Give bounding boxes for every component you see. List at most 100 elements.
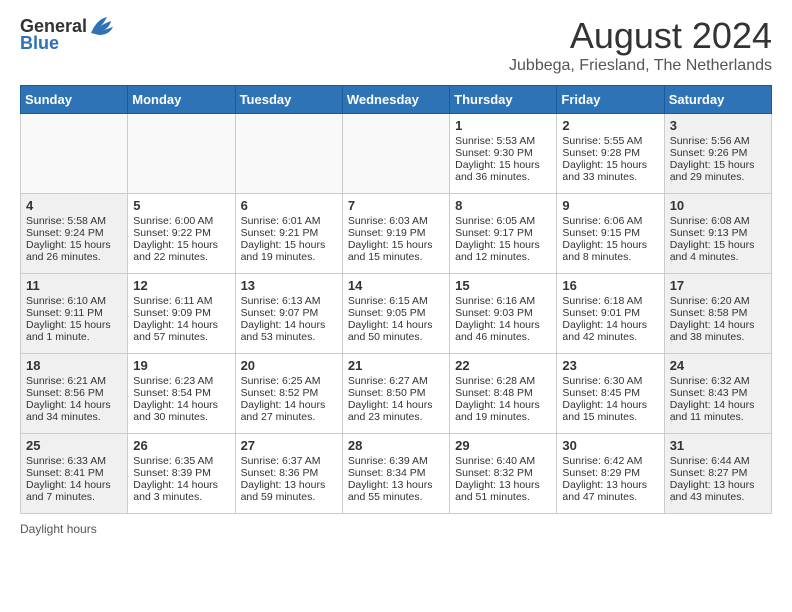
footer-text: Daylight hours — [20, 522, 97, 536]
table-row: 29 Sunrise: 6:40 AMSunset: 8:32 PMDayligh… — [450, 434, 557, 514]
sunset-text: Sunset: 8:27 PM — [670, 467, 766, 479]
sunrise-text: Sunrise: 6:16 AM — [455, 295, 551, 307]
table-row: 20Sunrise: 6:25 AMSunset: 8:52 PMDayligh… — [235, 354, 342, 434]
sunrise-text: Sunrise: 5:58 AM — [26, 215, 122, 227]
sunrise-text: Sunrise: 6:11 AM — [133, 295, 229, 307]
daylight-text: Daylight: 14 hours and 27 minutes. — [241, 399, 337, 423]
sunrise-text: Sunrise: 6:21 AM — [26, 375, 122, 387]
table-row: 26Sunrise: 6:35 AMSunset: 8:39 PMDayligh… — [128, 434, 235, 514]
table-row: 1Sunrise: 5:53 AMSunset: 9:30 PMDaylight… — [450, 114, 557, 194]
sunset-text: Sunset: 8:48 PM — [455, 387, 551, 399]
calendar-week-2: 4Sunrise: 5:58 AMSunset: 9:24 PMDaylight… — [21, 194, 772, 274]
table-row: 11Sunrise: 6:10 AMSunset: 9:11 PMDayligh… — [21, 274, 128, 354]
day-number: 13 — [241, 278, 337, 293]
table-row: 8Sunrise: 6:05 AMSunset: 9:17 PMDaylight… — [450, 194, 557, 274]
table-row: 19Sunrise: 6:23 AMSunset: 8:54 PMDayligh… — [128, 354, 235, 434]
day-number: 30 — [562, 438, 658, 453]
sunset-text: Sunset: 9:15 PM — [562, 227, 658, 239]
day-number: 20 — [241, 358, 337, 373]
table-row: 21Sunrise: 6:27 AMSunset: 8:50 PMDayligh… — [342, 354, 449, 434]
sunrise-text: Sunrise: 6:10 AM — [26, 295, 122, 307]
sunrise-text: Sunrise: 5:56 AM — [670, 135, 766, 147]
table-row: 7Sunrise: 6:03 AMSunset: 9:19 PMDaylight… — [342, 194, 449, 274]
sunrise-text: Sunrise: 6:40 AM — [455, 455, 551, 467]
day-number: 17 — [670, 278, 766, 293]
day-number: 27 — [241, 438, 337, 453]
day-number: 31 — [670, 438, 766, 453]
col-thursday: Thursday — [450, 86, 557, 114]
sunset-text: Sunset: 9:22 PM — [133, 227, 229, 239]
sunset-text: Sunset: 8:52 PM — [241, 387, 337, 399]
daylight-text: Daylight: 15 hours and 33 minutes. — [562, 159, 658, 183]
sunrise-text: Sunrise: 5:55 AM — [562, 135, 658, 147]
sunrise-text: Sunrise: 5:53 AM — [455, 135, 551, 147]
daylight-text: Daylight: 15 hours and 19 minutes. — [241, 239, 337, 263]
sunrise-text: Sunrise: 6:35 AM — [133, 455, 229, 467]
header: General Blue August 2024 Jubbega, Friesl… — [20, 15, 772, 75]
page: General Blue August 2024 Jubbega, Friesl… — [0, 0, 792, 546]
sunset-text: Sunset: 9:28 PM — [562, 147, 658, 159]
daylight-text: Daylight: 15 hours and 4 minutes. — [670, 239, 766, 263]
sunset-text: Sunset: 9:26 PM — [670, 147, 766, 159]
daylight-text: Daylight: 14 hours and 23 minutes. — [348, 399, 444, 423]
calendar-table: Sunday Monday Tuesday Wednesday Thursday… — [20, 85, 772, 514]
sunset-text: Sunset: 8:43 PM — [670, 387, 766, 399]
table-row: 10Sunrise: 6:08 AMSunset: 9:13 PMDayligh… — [664, 194, 771, 274]
table-row: 6Sunrise: 6:01 AMSunset: 9:21 PMDaylight… — [235, 194, 342, 274]
table-row: 16Sunrise: 6:18 AMSunset: 9:01 PMDayligh… — [557, 274, 664, 354]
table-row: 18Sunrise: 6:21 AMSunset: 8:56 PMDayligh… — [21, 354, 128, 434]
daylight-text: Daylight: 13 hours and 59 minutes. — [241, 479, 337, 503]
daylight-text: Daylight: 14 hours and 19 minutes. — [455, 399, 551, 423]
sunset-text: Sunset: 9:30 PM — [455, 147, 551, 159]
daylight-text: Daylight: 14 hours and 42 minutes. — [562, 319, 658, 343]
sunset-text: Sunset: 9:03 PM — [455, 307, 551, 319]
day-number: 28 — [348, 438, 444, 453]
sunset-text: Sunset: 8:58 PM — [670, 307, 766, 319]
daylight-text: Daylight: 13 hours and 47 minutes. — [562, 479, 658, 503]
day-number: 7 — [348, 198, 444, 213]
sunset-text: Sunset: 8:56 PM — [26, 387, 122, 399]
daylight-text: Daylight: 15 hours and 29 minutes. — [670, 159, 766, 183]
daylight-text: Daylight: 14 hours and 11 minutes. — [670, 399, 766, 423]
daylight-text: Daylight: 14 hours and 7 minutes. — [26, 479, 122, 503]
daylight-text: Daylight: 13 hours and 51 minutes. — [455, 479, 551, 503]
sunset-text: Sunset: 9:11 PM — [26, 307, 122, 319]
title-section: August 2024 Jubbega, Friesland, The Neth… — [509, 15, 772, 75]
day-number: 15 — [455, 278, 551, 293]
daylight-text: Daylight: 14 hours and 57 minutes. — [133, 319, 229, 343]
col-tuesday: Tuesday — [235, 86, 342, 114]
day-number: 16 — [562, 278, 658, 293]
sunset-text: Sunset: 9:01 PM — [562, 307, 658, 319]
table-row — [342, 114, 449, 194]
daylight-text: Daylight: 15 hours and 26 minutes. — [26, 239, 122, 263]
daylight-text: Daylight: 14 hours and 34 minutes. — [26, 399, 122, 423]
day-number: 22 — [455, 358, 551, 373]
day-number: 5 — [133, 198, 229, 213]
daylight-text: Daylight: 15 hours and 36 minutes. — [455, 159, 551, 183]
day-number: 9 — [562, 198, 658, 213]
sunrise-text: Sunrise: 6:15 AM — [348, 295, 444, 307]
col-saturday: Saturday — [664, 86, 771, 114]
sunset-text: Sunset: 9:19 PM — [348, 227, 444, 239]
sunset-text: Sunset: 8:32 PM — [455, 467, 551, 479]
table-row: 25Sunrise: 6:33 AMSunset: 8:41 PMDayligh… — [21, 434, 128, 514]
day-number: 24 — [670, 358, 766, 373]
sunrise-text: Sunrise: 6:01 AM — [241, 215, 337, 227]
calendar-week-1: 1Sunrise: 5:53 AMSunset: 9:30 PMDaylight… — [21, 114, 772, 194]
sunrise-text: Sunrise: 6:30 AM — [562, 375, 658, 387]
table-row: 13Sunrise: 6:13 AMSunset: 9:07 PMDayligh… — [235, 274, 342, 354]
footer: Daylight hours — [20, 522, 772, 536]
sunrise-text: Sunrise: 6:27 AM — [348, 375, 444, 387]
day-number: 26 — [133, 438, 229, 453]
day-number: 29 — [455, 438, 551, 453]
sunset-text: Sunset: 9:09 PM — [133, 307, 229, 319]
day-number: 23 — [562, 358, 658, 373]
day-number: 8 — [455, 198, 551, 213]
calendar-header-row: Sunday Monday Tuesday Wednesday Thursday… — [21, 86, 772, 114]
sunset-text: Sunset: 8:45 PM — [562, 387, 658, 399]
day-number: 10 — [670, 198, 766, 213]
sunset-text: Sunset: 8:34 PM — [348, 467, 444, 479]
main-title: August 2024 — [509, 15, 772, 57]
daylight-text: Daylight: 15 hours and 1 minute. — [26, 319, 122, 343]
day-number: 21 — [348, 358, 444, 373]
